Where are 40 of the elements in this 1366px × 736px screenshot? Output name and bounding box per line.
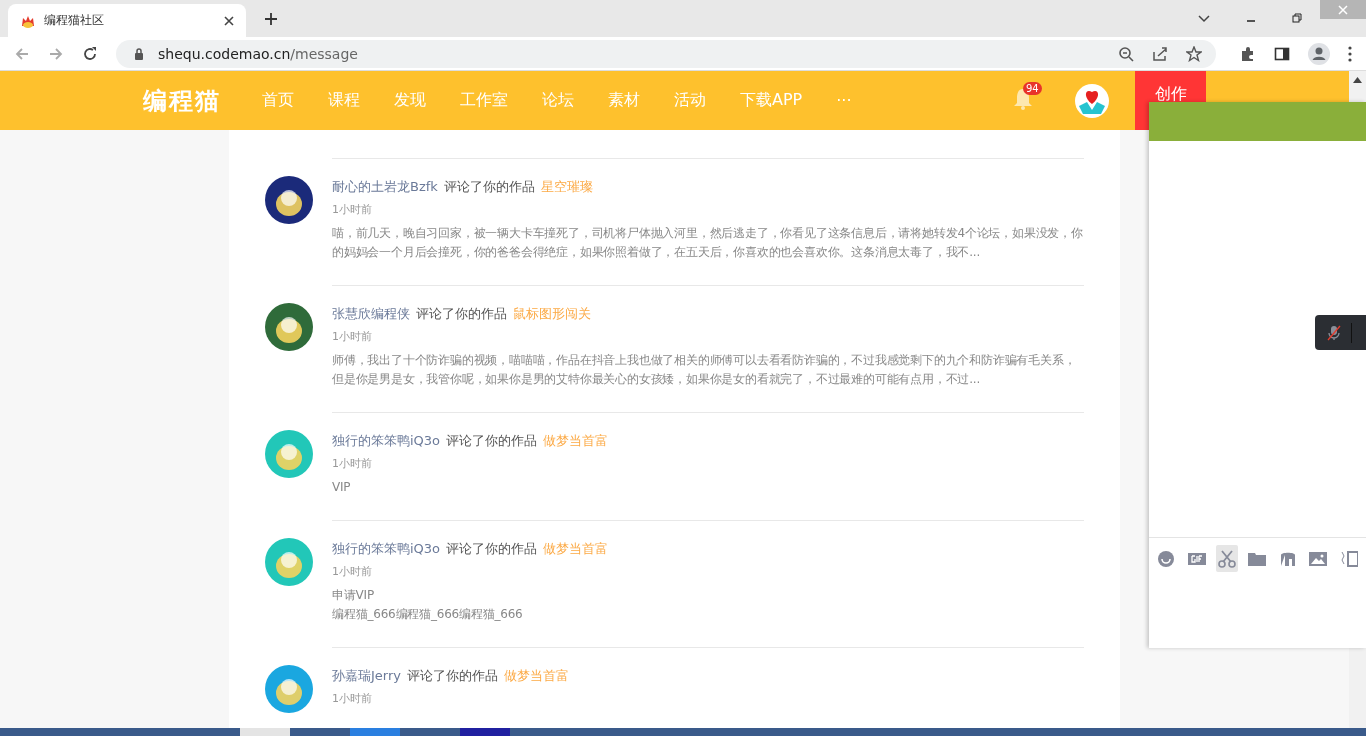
user-name[interactable]: 孙嘉瑞Jerry	[332, 667, 401, 685]
comment-text: 编程猫_666编程猫_666编程猫_666	[332, 606, 524, 623]
work-link[interactable]: 做梦当首富	[543, 432, 609, 450]
work-link[interactable]: 星空璀璨	[540, 178, 593, 196]
nav-link[interactable]: 活动	[674, 90, 706, 111]
time-text: 1小时前	[332, 564, 373, 579]
work-link[interactable]: 做梦当首富	[543, 540, 609, 558]
nav-link[interactable]: 论坛	[542, 90, 574, 111]
action-text: 评论了你的作品	[416, 305, 507, 323]
user-name[interactable]: 独行的笨笨鸭iQ3o	[332, 540, 441, 558]
nav-link[interactable]: 素材	[608, 90, 640, 111]
notification-badge: 94	[1023, 81, 1042, 95]
nav-link[interactable]: 课程	[328, 90, 360, 111]
work-link[interactable]: 鼠标图形闯关	[513, 305, 591, 323]
nav-link[interactable]: 首页	[262, 90, 294, 111]
time-text: 1小时前	[332, 456, 373, 471]
comment-text: 申请VIP	[332, 587, 375, 604]
work-link[interactable]: 做梦当首富	[504, 667, 569, 685]
time-text: 1小时前	[332, 329, 373, 344]
action-text: 评论了你的作品	[446, 540, 538, 558]
time-text: 1小时前	[332, 202, 373, 217]
address-field[interactable]: shequ.codemao.cn/message	[116, 39, 1216, 68]
action-text: 评论了你的作品	[446, 432, 538, 450]
time-text: 1小时前	[332, 691, 373, 706]
comment-text: VIP	[332, 479, 352, 496]
nav-link[interactable]: ···	[836, 91, 852, 110]
nav-link[interactable]: 工作室	[460, 90, 508, 111]
nav-link[interactable]: 发现	[394, 90, 426, 111]
comment-text: 师傅，我出了十个防诈骗的视频，喵喵喵，作品在抖音上我也做了相关的师傅可以去看看防诈骗的，不过我感觉剩下的九个和防诈骗有毛关系，但是你是男是女，我管你呢，如果你是男的艾特你最关心的女孩矮，如果你是女的看就完了，不过最难的可能有点用，不过...	[332, 352, 1077, 388]
action-text: 评论了你的作品	[443, 178, 535, 196]
url-text: shequ.codemao.cn/message	[158, 45, 358, 62]
site-logo[interactable]: 编程猫	[143, 84, 221, 117]
comment-text: 喵，前几天，晚自习回家，被一辆大卡车撞死了，司机将尸体抛入河里，然后逃走了，你看见了这条信息后，请将她转发4个论坛，如果没发，你的妈妈会一个月后会撞死，你的爸爸会得绝症，如果你照着做了，在五天后，你喜欢的也会喜欢你。这条消息太毒了，我不...	[332, 225, 1084, 261]
user-name[interactable]: 独行的笨笨鸭iQ3o	[332, 432, 441, 450]
browser-tab[interactable]: 编程猫社区	[8, 4, 246, 37]
action-text: 评论了你的作品	[407, 667, 498, 685]
tab-title: 编程猫社区	[44, 12, 105, 29]
user-name[interactable]: 张慧欣编程侠	[332, 305, 410, 323]
user-name[interactable]: 耐心的土岩龙Bzfk	[332, 178, 438, 196]
nav-link[interactable]: 下载APP	[740, 90, 803, 111]
